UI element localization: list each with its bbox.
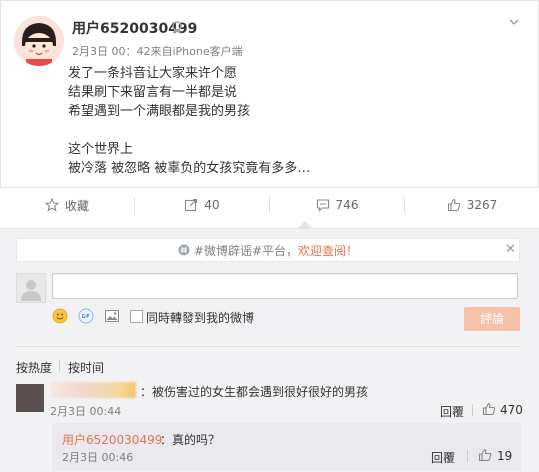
- divider: [472, 404, 473, 416]
- thumbs-up-icon[interactable]: [478, 448, 492, 462]
- divider: [16, 346, 521, 347]
- reply-text: ：真的吗？: [160, 433, 221, 447]
- reply-time: 2月3日 00:46: [62, 451, 134, 464]
- comment-button[interactable]: 746: [270, 188, 404, 222]
- post-meta: 2月3日 00：42来自iPhone客户端: [72, 45, 243, 58]
- thumbs-up-icon[interactable]: [482, 402, 496, 416]
- comment-time: 2月3日 00:44: [50, 405, 122, 418]
- user-avatar: [16, 273, 46, 303]
- active-tab-notch: [298, 221, 312, 228]
- medal-icon[interactable]: [170, 21, 184, 35]
- notice-link[interactable]: 欢迎查阅！: [298, 242, 358, 259]
- divider: [467, 450, 468, 462]
- reply-button[interactable]: 回覆: [440, 403, 464, 420]
- sort-by-hot[interactable]: 按热度: [16, 359, 52, 376]
- like-button[interactable]: 3267: [405, 188, 539, 222]
- image-icon[interactable]: [104, 308, 120, 324]
- comment-text: ：被伤害过的女生都会遇到很好很好的男孩: [140, 385, 369, 399]
- commenter-avatar[interactable]: [16, 384, 44, 412]
- reply-button[interactable]: 回覆: [431, 449, 455, 466]
- hashtag-icon: [178, 244, 190, 256]
- comment-input[interactable]: [52, 273, 518, 299]
- chevron-down-icon[interactable]: [507, 15, 521, 29]
- thumbs-up-icon: [447, 198, 460, 212]
- repost-button[interactable]: 40: [135, 188, 269, 222]
- comment-count: 746: [335, 198, 359, 212]
- gif-icon[interactable]: [78, 308, 94, 324]
- comment-like-count: 470: [500, 403, 523, 417]
- reply-username[interactable]: 用户6520030499: [62, 431, 162, 448]
- submit-comment-button[interactable]: 評論: [464, 307, 520, 331]
- divider: [59, 360, 60, 372]
- emoji-icon[interactable]: [52, 308, 68, 324]
- commenter-name-blurred: [50, 382, 136, 398]
- post-avatar[interactable]: [14, 16, 64, 66]
- favorite-label: 收藏: [64, 198, 89, 213]
- action-bar: 收藏 40 746 3267: [0, 187, 539, 222]
- notice-text: #微博辟谣#平台，: [193, 243, 299, 258]
- repost-count: 40: [204, 198, 220, 212]
- like-count: 3267: [466, 198, 498, 212]
- close-icon[interactable]: ✕: [505, 242, 516, 257]
- comment-icon: [316, 199, 329, 212]
- post-content: 发了一条抖音让大家来许个愿 结果刷下来留言有一半都是说 希望遇到一个满眼都是我的…: [68, 66, 311, 176]
- reply-like-count: 19: [497, 449, 513, 463]
- star-icon: [44, 198, 59, 212]
- repost-checkbox[interactable]: [130, 310, 143, 323]
- repost-checkbox-label: 同時轉發到我的微博: [146, 311, 255, 325]
- favorite-button[interactable]: 收藏: [0, 188, 134, 222]
- sort-by-time[interactable]: 按时间: [68, 359, 104, 376]
- repost-icon: [185, 198, 198, 212]
- rumor-notice[interactable]: #微博辟谣#平台， 欢迎查阅！: [16, 238, 520, 262]
